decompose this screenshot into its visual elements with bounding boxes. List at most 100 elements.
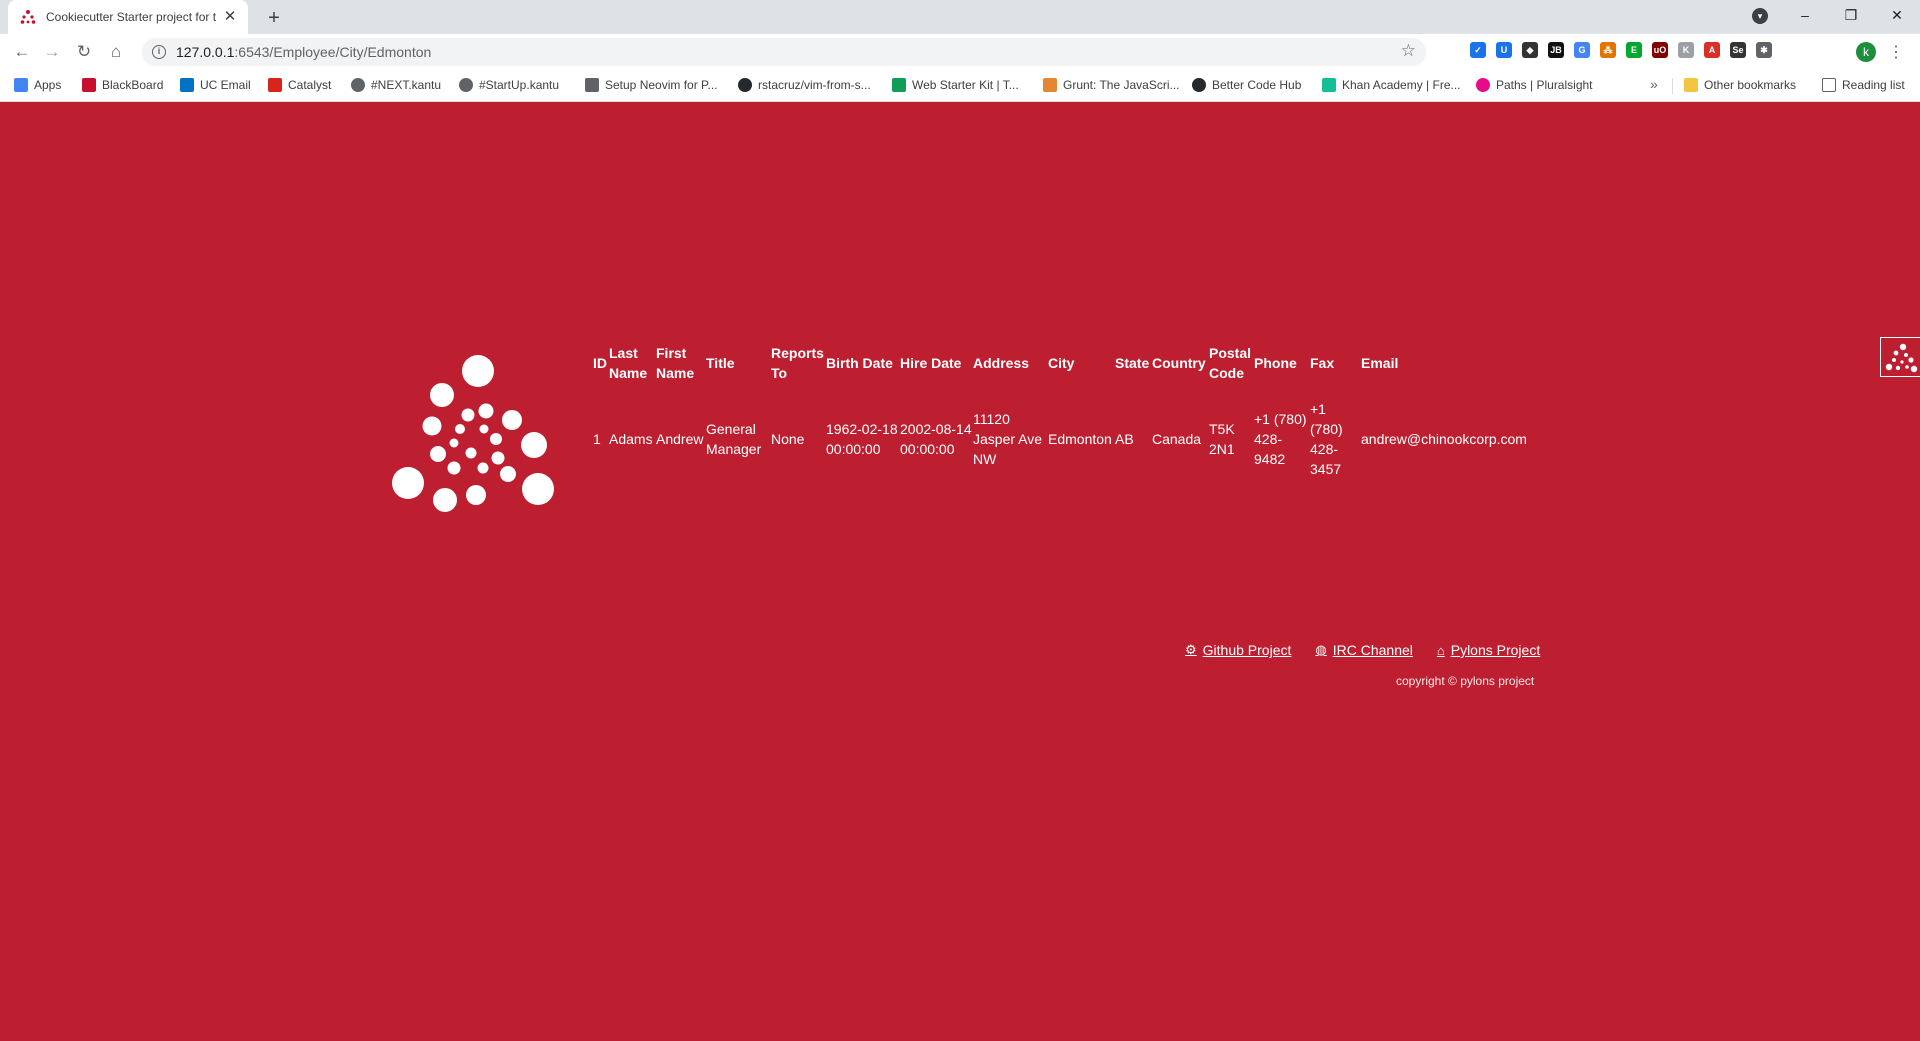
home-icon: ⌂ bbox=[1436, 642, 1445, 658]
column-header: Fax bbox=[1310, 355, 1335, 371]
ublock-extension-icon[interactable]: uO bbox=[1652, 42, 1668, 58]
tab-search-icon[interactable]: ▾ bbox=[1752, 8, 1768, 24]
pylons-project-link[interactable]: ⌂ Pylons Project bbox=[1437, 642, 1540, 658]
home-icon[interactable]: ⌂ bbox=[104, 40, 128, 64]
bookmark-grunt[interactable]: Grunt: The JavaScri... bbox=[1043, 78, 1180, 92]
restore-button[interactable]: ❐ bbox=[1828, 7, 1874, 24]
globe-icon bbox=[459, 78, 473, 92]
bookmark-apps[interactable]: Apps bbox=[14, 78, 61, 92]
forward-arrow-icon[interactable]: → bbox=[40, 40, 64, 64]
catalyst-icon bbox=[268, 78, 282, 92]
printer-icon bbox=[585, 78, 599, 92]
cell-id: 1 bbox=[593, 431, 601, 447]
cell-postal-code: T5K 2N1 bbox=[1209, 421, 1235, 457]
extension-icon[interactable]: ⁂ bbox=[1600, 42, 1616, 58]
debug-toolbar-toggle[interactable] bbox=[1880, 337, 1920, 377]
github-icon bbox=[1192, 78, 1206, 92]
extension-icon[interactable]: K bbox=[1678, 42, 1694, 58]
bookmark-khan-academy[interactable]: Khan Academy | Fre... bbox=[1322, 78, 1461, 92]
profile-avatar[interactable]: k bbox=[1856, 42, 1876, 62]
close-window-button[interactable]: ✕ bbox=[1874, 7, 1920, 24]
new-tab-button[interactable]: + bbox=[260, 4, 288, 32]
extension-icon[interactable]: ◆ bbox=[1522, 42, 1538, 58]
blackboard-icon bbox=[82, 78, 96, 92]
extensions-puzzle-icon[interactable]: ✱ bbox=[1756, 42, 1772, 58]
bookmarks-bar: Apps BlackBoard UC Email Catalyst #NEXT.… bbox=[0, 70, 1920, 102]
tab-close-icon[interactable]: ✕ bbox=[222, 9, 238, 25]
cell-last-name: Adams bbox=[609, 431, 653, 447]
column-header: Title bbox=[706, 355, 735, 371]
bookmark-startup-kantu[interactable]: #StartUp.kantu bbox=[459, 78, 559, 92]
github-project-link[interactable]: ⚙ Github Project bbox=[1185, 642, 1291, 658]
bookmark-uc-email[interactable]: UC Email bbox=[180, 78, 251, 92]
reload-icon[interactable]: ↻ bbox=[72, 40, 96, 64]
bookmarks-divider bbox=[1672, 78, 1673, 94]
column-header: Country bbox=[1152, 355, 1206, 371]
table-row: 1 Adams Andrew General Manager None 1962… bbox=[593, 383, 1541, 479]
cell-title: General Manager bbox=[706, 421, 762, 457]
table-header-row: ID Last Name First Name Title Reports To… bbox=[593, 343, 1541, 383]
bookmark-star-icon[interactable]: ☆ bbox=[1401, 41, 1416, 61]
pluralsight-icon bbox=[1476, 78, 1490, 92]
column-header: Last Name bbox=[609, 345, 648, 381]
extension-icon[interactable]: ✓ bbox=[1470, 42, 1486, 58]
code-icon bbox=[892, 78, 906, 92]
pyramid-debug-icon bbox=[1885, 343, 1918, 373]
column-header: Birth Date bbox=[826, 355, 893, 371]
column-header: Address bbox=[973, 355, 1030, 371]
globe-icon: ◍ bbox=[1315, 642, 1327, 657]
active-tab[interactable]: Cookiecutter Starter project for the Pyr… bbox=[8, 0, 248, 34]
address-bar[interactable]: i 127.0.0.1:6543/Employee/City/Edmonton … bbox=[142, 38, 1426, 66]
tab-title: Cookiecutter Starter project for the Pyr… bbox=[46, 10, 216, 24]
cell-phone: +1 (780) 428-9482 bbox=[1254, 411, 1307, 467]
minimize-button[interactable]: – bbox=[1782, 7, 1828, 23]
bookmark-pluralsight[interactable]: Paths | Pluralsight bbox=[1476, 78, 1593, 92]
grunt-icon bbox=[1043, 78, 1057, 92]
translate-extension-icon[interactable]: G bbox=[1574, 42, 1590, 58]
bookmark-better-code-hub[interactable]: Better Code Hub bbox=[1192, 78, 1301, 92]
employee-table: ID Last Name First Name Title Reports To… bbox=[593, 343, 1541, 479]
cell-hire-date: 2002-08-14 00:00:00 bbox=[900, 421, 972, 457]
extensions-row: ✓ U ◆ JB G ⁂ E uO K A Se ✱ bbox=[1470, 42, 1772, 58]
selenium-extension-icon[interactable]: Se bbox=[1730, 42, 1746, 58]
footer-links: ⚙ Github Project ◍ IRC Channel ⌂ Pylons … bbox=[1185, 642, 1540, 658]
column-header: First Name bbox=[656, 345, 695, 381]
cell-email: andrew@chinookcorp.com bbox=[1361, 431, 1527, 447]
bookmark-blackboard[interactable]: BlackBoard bbox=[82, 78, 163, 92]
bookmark-web-starter-kit[interactable]: Web Starter Kit | T... bbox=[892, 78, 1019, 92]
pyramid-logo bbox=[392, 355, 554, 512]
reading-list-button[interactable]: Reading list bbox=[1822, 78, 1905, 92]
bookmark-vim-from-scratch[interactable]: rstacruz/vim-from-s... bbox=[738, 78, 871, 92]
bookmark-other-folder[interactable]: Other bookmarks bbox=[1684, 78, 1796, 92]
column-header: Hire Date bbox=[900, 355, 962, 371]
column-header: Postal Code bbox=[1209, 345, 1252, 381]
url-path: :6543/Employee/City/Edmonton bbox=[234, 44, 432, 60]
extension-icon[interactable]: U bbox=[1496, 42, 1512, 58]
pyramid-favicon-icon bbox=[20, 10, 36, 24]
reading-list-icon bbox=[1822, 78, 1836, 92]
column-header: Email bbox=[1361, 355, 1399, 371]
tab-strip: Cookiecutter Starter project for the Pyr… bbox=[0, 0, 1920, 34]
github-icon bbox=[738, 78, 752, 92]
copyright-text: copyright © pylons project bbox=[1396, 674, 1535, 688]
outlook-icon bbox=[180, 78, 194, 92]
cell-fax: +1 (780) 428-3457 bbox=[1310, 401, 1343, 477]
irc-channel-link[interactable]: ◍ IRC Channel bbox=[1315, 642, 1413, 658]
cell-city: Edmonton bbox=[1048, 431, 1112, 447]
cell-birth-date: 1962-02-18 00:00:00 bbox=[826, 421, 898, 457]
evernote-extension-icon[interactable]: E bbox=[1626, 42, 1642, 58]
bookmark-setup-neovim[interactable]: Setup Neovim for P... bbox=[585, 78, 718, 92]
site-info-icon[interactable]: i bbox=[152, 45, 166, 59]
back-arrow-icon[interactable]: ← bbox=[10, 40, 34, 64]
menu-kebab-icon[interactable]: ⋮ bbox=[1888, 42, 1904, 62]
column-header: State bbox=[1115, 355, 1150, 371]
extension-icon[interactable]: JB bbox=[1548, 42, 1564, 58]
globe-icon bbox=[351, 78, 365, 92]
pdf-extension-icon[interactable]: A bbox=[1704, 42, 1720, 58]
khan-academy-icon bbox=[1322, 78, 1336, 92]
browser-toolbar: ← → ↻ ⌂ i 127.0.0.1:6543/Employee/City/E… bbox=[0, 34, 1920, 70]
bookmark-catalyst[interactable]: Catalyst bbox=[268, 78, 331, 92]
bookmarks-overflow-icon[interactable]: » bbox=[1650, 76, 1658, 92]
url-host: 127.0.0.1 bbox=[176, 44, 235, 60]
bookmark-next-kantu[interactable]: #NEXT.kantu bbox=[351, 78, 441, 92]
